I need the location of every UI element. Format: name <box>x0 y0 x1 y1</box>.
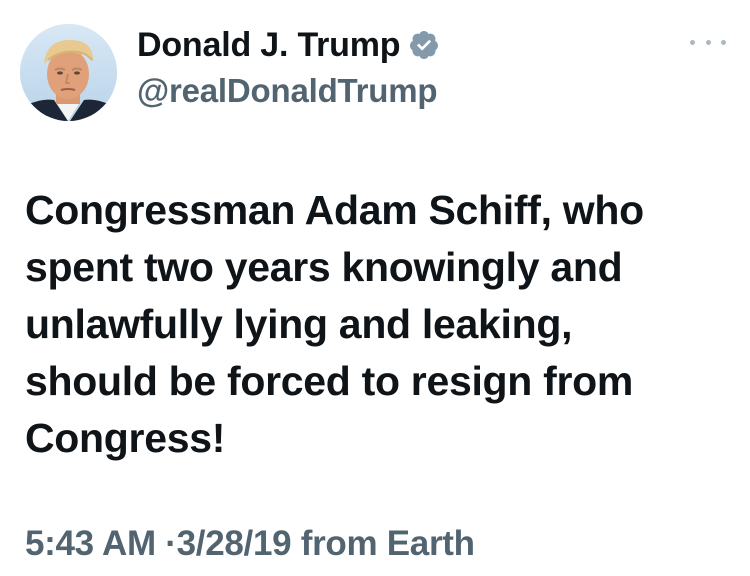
display-name[interactable]: Donald J. Trump <box>137 26 401 65</box>
tweet-text: Congressman Adam Schiff, who spent two y… <box>25 187 644 461</box>
verified-badge-icon <box>408 29 440 61</box>
more-options-button[interactable] <box>690 34 726 50</box>
more-options-icon <box>705 39 711 45</box>
more-options-icon <box>690 39 695 45</box>
meta-separator: · <box>165 524 177 563</box>
more-options-icon <box>721 39 726 45</box>
tweet-time[interactable]: 5:43 AM <box>25 524 156 563</box>
tweet-source: from Earth <box>300 524 475 563</box>
tweet-metadata: 5:43 AM ·3/28/19 from Earth <box>25 524 475 564</box>
handle[interactable]: @realDonaldTrump <box>137 72 438 110</box>
avatar-photo <box>20 24 117 121</box>
tweet-card: Donald J. Trump @realDonaldTrump Congres… <box>0 0 750 576</box>
tweet-date[interactable]: 3/28/19 <box>177 524 292 563</box>
author-row: Donald J. Trump <box>137 23 440 67</box>
avatar[interactable] <box>20 24 117 121</box>
